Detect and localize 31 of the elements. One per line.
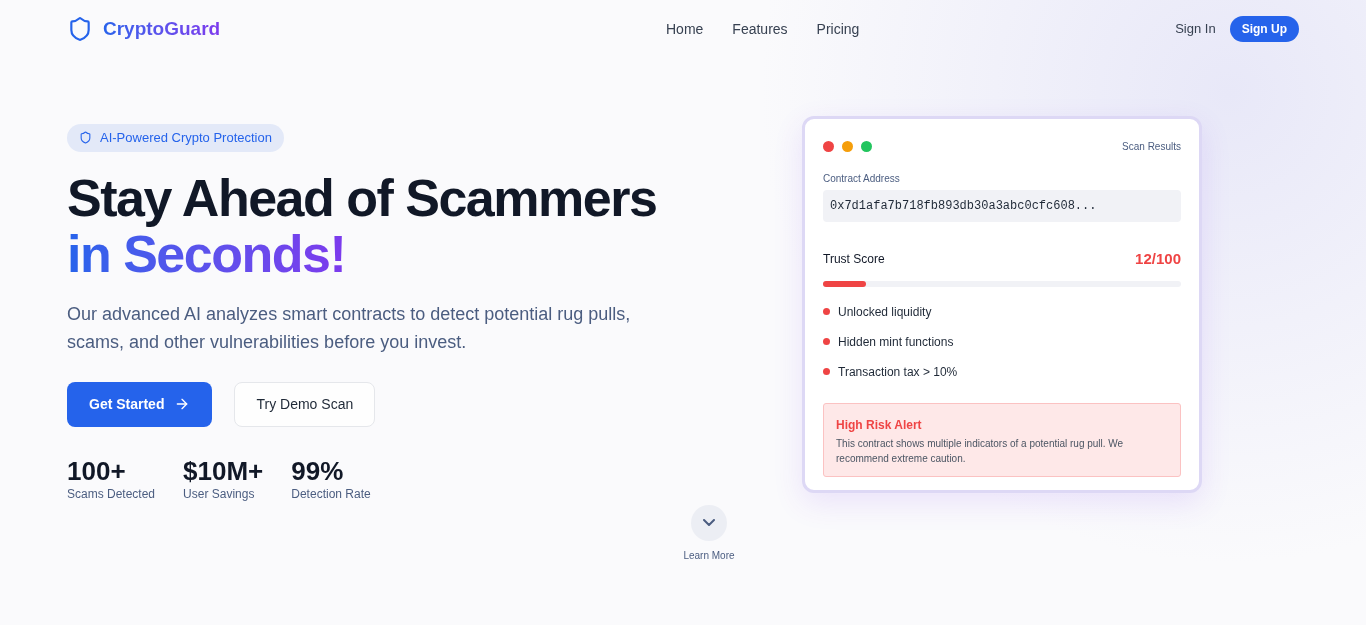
risk-item: Transaction tax > 10% bbox=[838, 363, 958, 381]
stat-label: User Savings bbox=[183, 485, 256, 503]
address-label: Contract Address bbox=[823, 172, 901, 186]
alert-title: High Risk Alert bbox=[836, 416, 923, 434]
hero-description: Our advanced AI analyzes smart contracts to detect potential rug pulls, scams, and other vulnerabilities before you invest. bbox=[67, 302, 632, 354]
demo-scan-button[interactable]: Try Demo Scan bbox=[234, 381, 376, 427]
trust-score-value: 12/100 bbox=[1135, 249, 1181, 269]
shield-icon bbox=[79, 131, 92, 145]
chevron-down-icon bbox=[703, 519, 715, 526]
stat-label: Detection Rate bbox=[291, 485, 371, 503]
alert-text: This contract shows multiple indicators of a potential rug pull. We recommend extreme caution. bbox=[836, 436, 1125, 466]
stat-value: $10M+ bbox=[183, 456, 264, 485]
nav-link[interactable]: Features bbox=[732, 18, 788, 40]
trust-score-label: Trust Score bbox=[823, 251, 885, 269]
contract-address: 0x7d1afa7b718fb893db30a3abc0cfc608... bbox=[823, 190, 1181, 222]
scroll-down-button[interactable] bbox=[691, 504, 727, 541]
stat-value: 100+ bbox=[67, 456, 127, 485]
feature-badge: AI-Powered Crypto Protection bbox=[67, 124, 284, 152]
stat-label: Scams Detected bbox=[67, 485, 156, 503]
risk-item: Hidden mint functions bbox=[838, 333, 954, 351]
get-started-button[interactable]: Get Started bbox=[67, 381, 213, 427]
learn-more-label: Learn More bbox=[683, 548, 735, 563]
shield-logo-icon bbox=[67, 16, 93, 42]
nav-link[interactable]: Pricing bbox=[816, 18, 860, 40]
sign-in-link[interactable]: Sign In bbox=[1175, 19, 1216, 39]
nav-link[interactable]: Home bbox=[666, 18, 704, 40]
stat-value: 99% bbox=[291, 456, 345, 485]
card-title: Scan Results bbox=[1122, 140, 1181, 154]
risk-item: Unlocked liquidity bbox=[838, 303, 932, 321]
hero-title: Stay Ahead of Scammers bbox=[67, 169, 658, 226]
sign-up-button[interactable]: Sign Up bbox=[1229, 16, 1299, 42]
